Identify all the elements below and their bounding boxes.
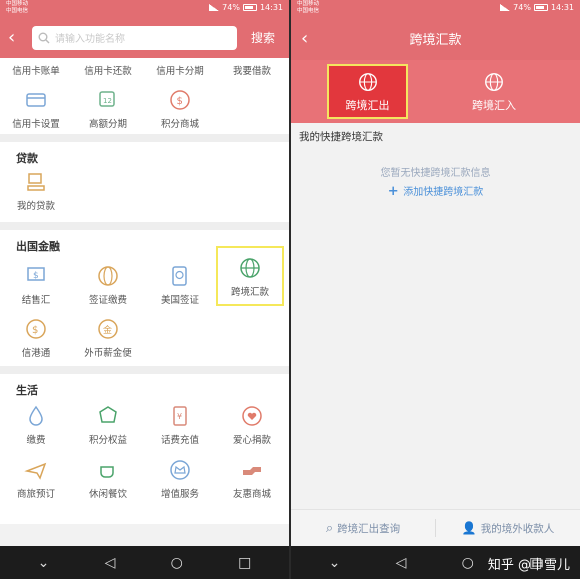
carrier-2: 中国电信 <box>6 8 29 14</box>
battery-icon <box>242 4 257 11</box>
high-installment-item[interactable]: 12 高额分期 <box>72 82 144 134</box>
search-button[interactable]: 搜索 <box>245 29 281 46</box>
loan-section: 贷款 我的贷款 <box>0 142 289 222</box>
crown-icon <box>167 457 193 483</box>
signal-icon <box>500 4 511 11</box>
search-placeholder: 请输入功能名称 <box>55 34 125 45</box>
cross-border-item[interactable]: 跨境汇款 <box>216 246 284 306</box>
tab-remit-in[interactable]: 跨境汇入 <box>408 60 580 123</box>
svg-text:$: $ <box>33 271 39 281</box>
search-doc-icon: ⌕ <box>325 520 334 536</box>
points-mall-item[interactable]: $ 积分商城 <box>144 82 216 134</box>
credit-bill-item[interactable]: 信用卡账单 <box>0 58 72 82</box>
empty-message: 您暂无快捷跨境汇款信息 <box>380 168 491 179</box>
nav-down-icon[interactable]: ⌄ <box>329 555 341 571</box>
carrier-1: 中国移动 <box>6 1 29 7</box>
nav-back-icon[interactable]: ◁ <box>396 555 407 571</box>
loan-request-item[interactable]: 我要借款 <box>216 58 288 82</box>
nav-back-icon[interactable]: ◁ <box>105 555 116 571</box>
hk-link-item[interactable]: $ 信港通 <box>0 314 72 360</box>
remit-query-button[interactable]: ⌕ 跨境汇出查询 <box>291 521 435 536</box>
person-icon: 👤 <box>461 521 477 535</box>
nav-home-icon[interactable]: ○ <box>462 555 474 571</box>
points-mall-icon: $ <box>167 87 193 113</box>
nav-down-icon[interactable]: ⌄ <box>38 555 50 571</box>
mall-item[interactable]: 友惠商城 <box>216 450 288 506</box>
battery-text: 74% <box>222 3 240 12</box>
svg-text:金: 金 <box>103 324 112 336</box>
handshake-icon <box>239 457 265 483</box>
right-phone: 中国移动 中国电信 74% 14:31 ‹ 跨境汇款 跨境汇出 跨境汇入 我的快捷跨… <box>291 0 580 579</box>
battery-icon <box>533 4 548 11</box>
life-section: 生活 缴费 积分权益 ¥ 话费充值 爱心捐款 商旅预订 休闲餐饮 增值服务 友惠商… <box>0 374 289 524</box>
phone-topup-icon: ¥ <box>167 403 193 429</box>
nav-home-icon[interactable]: ○ <box>171 555 183 571</box>
pay-item[interactable]: 缴费 <box>0 398 72 450</box>
title-bar: ‹ 跨境汇款 <box>291 17 580 60</box>
installment-icon: 12 <box>95 87 121 113</box>
plane-icon <box>23 457 49 483</box>
credit-section: 信用卡账单 信用卡还款 信用卡分期 我要借款 信用卡设置 12 高额分期 $ 积… <box>0 58 289 134</box>
visa-fee-icon <box>95 263 121 289</box>
credit-installment-item[interactable]: 信用卡分期 <box>144 58 216 82</box>
topup-item[interactable]: ¥ 话费充值 <box>144 398 216 450</box>
svg-text:$: $ <box>32 325 38 336</box>
abroad-section: 出国金融 $ 结售汇 签证缴费 美国签证 跨境汇款 $ 信港通 金 外币薪金便 <box>0 230 289 366</box>
payee-button[interactable]: 👤 我的境外收款人 <box>436 521 580 536</box>
rights-item[interactable]: 积分权益 <box>72 398 144 450</box>
my-loan-item[interactable]: 我的贷款 <box>0 166 72 214</box>
water-drop-icon <box>23 403 49 429</box>
coffee-icon <box>95 457 121 483</box>
add-shortcut-link[interactable]: + 添加快捷跨境汇款 <box>299 183 572 199</box>
loan-title: 贷款 <box>16 152 38 165</box>
back-icon[interactable]: ‹ <box>301 28 317 49</box>
svg-text:$: $ <box>177 96 183 107</box>
search-header: ‹ 请输入功能名称 搜索 <box>0 17 289 58</box>
tab-remit-out[interactable]: 跨境汇出 <box>327 64 408 119</box>
exchange-item[interactable]: $ 结售汇 <box>0 254 72 314</box>
back-icon[interactable]: ‹ <box>8 27 24 48</box>
search-input[interactable]: 请输入功能名称 <box>32 25 237 50</box>
page-title: 跨境汇款 <box>409 33 462 48</box>
svg-text:¥: ¥ <box>177 412 182 421</box>
my-loan-icon <box>23 169 49 195</box>
us-visa-item[interactable]: 美国签证 <box>144 254 216 314</box>
section-heading: 我的快捷跨境汇款 <box>299 131 383 143</box>
cross-border-icon <box>237 255 263 281</box>
credit-repay-item[interactable]: 信用卡还款 <box>72 58 144 82</box>
signal-icon <box>209 4 220 11</box>
rights-icon <box>95 403 121 429</box>
value-added-item[interactable]: 增值服务 <box>144 450 216 506</box>
card-settings-item[interactable]: 信用卡设置 <box>0 82 72 134</box>
search-icon <box>38 32 50 43</box>
content-area: 我的快捷跨境汇款 您暂无快捷跨境汇款信息 + 添加快捷跨境汇款 <box>291 123 580 483</box>
heart-icon <box>239 403 265 429</box>
nav-bar: ⌄ ◁ ○ □ <box>0 546 289 579</box>
us-visa-icon <box>167 263 193 289</box>
status-bar: 中国移动 中国电信 74% 14:31 <box>291 0 580 17</box>
clock: 14:31 <box>259 3 283 12</box>
left-phone: 中国移动 中国电信 74% 14:31 ‹ 请输入功能名称 搜索 信用卡账单 信用卡… <box>0 0 289 579</box>
status-bar: 中国移动 中国电信 74% 14:31 <box>0 0 289 17</box>
footer-actions: ⌕ 跨境汇出查询 👤 我的境外收款人 <box>291 509 580 546</box>
exchange-icon: $ <box>23 263 49 289</box>
globe-out-icon <box>358 72 377 91</box>
globe-in-icon <box>485 72 503 91</box>
salary-icon: 金 <box>95 316 121 342</box>
nav-recent-icon[interactable]: □ <box>238 555 251 571</box>
salary-item[interactable]: 金 外币薪金便 <box>72 314 144 360</box>
card-settings-icon <box>23 87 49 113</box>
dining-item[interactable]: 休闲餐饮 <box>72 450 144 506</box>
plus-icon: + <box>387 184 404 199</box>
donate-item[interactable]: 爱心捐款 <box>216 398 288 450</box>
svg-text:12: 12 <box>103 97 112 105</box>
watermark: 知乎 @申雪儿 <box>487 558 570 573</box>
travel-item[interactable]: 商旅预订 <box>0 450 72 506</box>
visa-fee-item[interactable]: 签证缴费 <box>72 254 144 314</box>
screen: 中国移动 中国电信 74% 14:31 ‹ 请输入功能名称 搜索 信用卡账单 信用卡… <box>0 0 580 579</box>
remit-tabs: 跨境汇出 跨境汇入 <box>291 60 580 123</box>
life-title: 生活 <box>16 384 38 397</box>
hk-link-icon: $ <box>23 316 49 342</box>
